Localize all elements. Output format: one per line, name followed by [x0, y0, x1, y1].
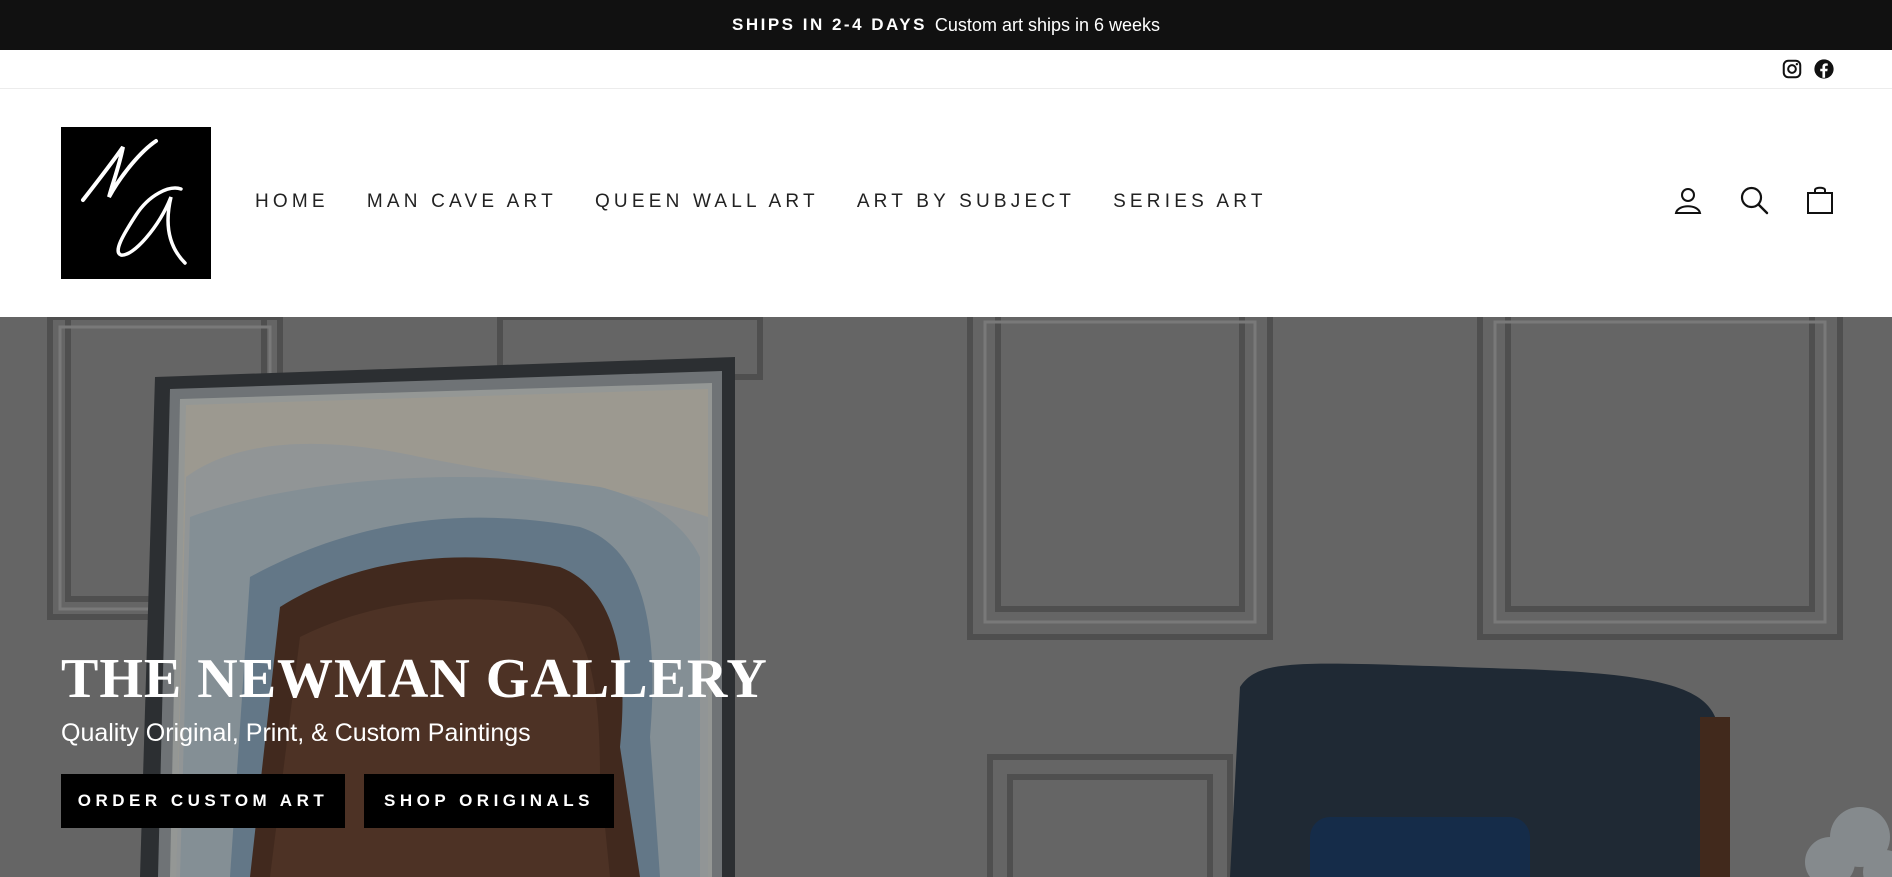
search-icon[interactable] [1739, 185, 1769, 215]
nav-home[interactable]: HOME [255, 191, 329, 213]
social-links [1781, 58, 1835, 80]
order-custom-art-button[interactable]: ORDER CUSTOM ART [61, 774, 345, 828]
header-icons [1673, 185, 1835, 215]
shop-originals-button[interactable]: SHOP ORIGINALS [364, 774, 614, 828]
nav-man-cave-art[interactable]: MAN CAVE ART [367, 191, 557, 213]
hero-title: THE NEWMAN GALLERY [61, 648, 768, 710]
instagram-icon[interactable] [1781, 58, 1803, 80]
announcement-text[interactable]: Custom art ships in 6 weeks [935, 15, 1160, 36]
main-nav: HOME MAN CAVE ART QUEEN WALL ART ART BY … [255, 191, 1267, 213]
account-icon[interactable] [1673, 185, 1703, 215]
hero-banner: THE NEWMAN GALLERY Quality Original, Pri… [0, 317, 1892, 877]
hero-subtitle: Quality Original, Print, & Custom Painti… [61, 719, 531, 747]
facebook-icon[interactable] [1813, 58, 1835, 80]
announcement-strong: SHIPS IN 2-4 DAYS [731, 15, 927, 34]
hero-buttons: ORDER CUSTOM ART SHOP ORIGINALS [61, 774, 614, 828]
site-header: HOME MAN CAVE ART QUEEN WALL ART ART BY … [0, 89, 1892, 317]
utility-bar [0, 50, 1892, 89]
announcement-bar: SHIPS IN 2-4 DAYS Custom art ships in 6 … [0, 0, 1892, 50]
site-logo[interactable] [61, 127, 211, 279]
nav-queen-wall-art[interactable]: QUEEN WALL ART [595, 191, 819, 213]
cart-icon[interactable] [1805, 185, 1835, 215]
nav-series-art[interactable]: SERIES ART [1113, 191, 1267, 213]
nav-art-by-subject[interactable]: ART BY SUBJECT [857, 191, 1075, 213]
